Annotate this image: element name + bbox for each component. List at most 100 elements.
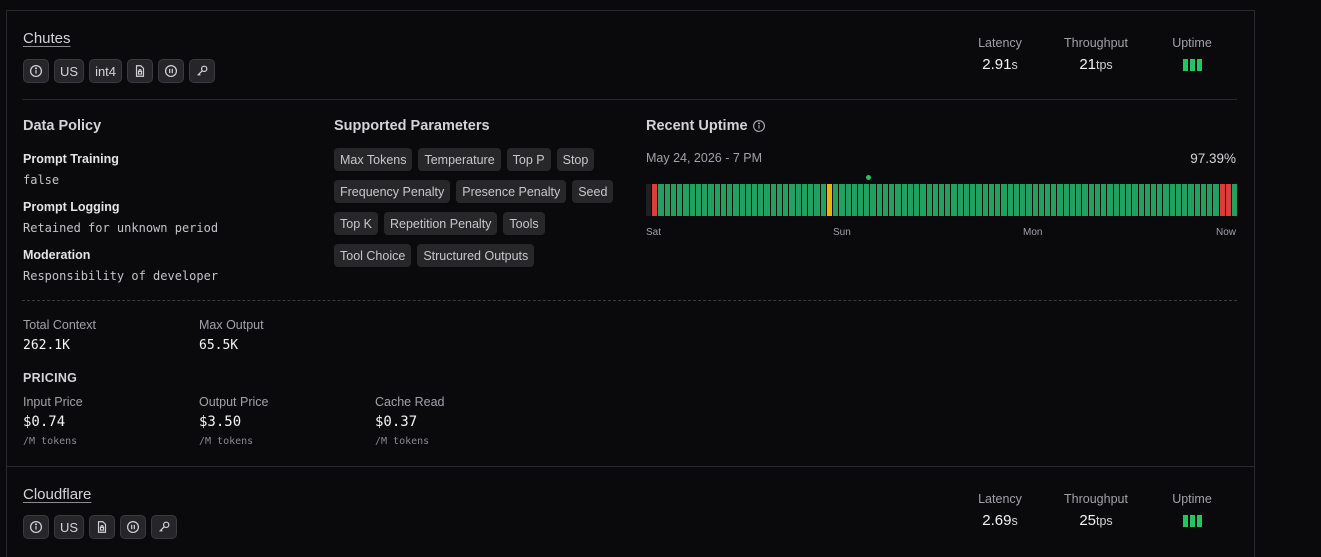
- uptime-bar-ok[interactable]: [795, 184, 801, 216]
- uptime-bar-ok[interactable]: [789, 184, 795, 216]
- uptime-mini-bars[interactable]: [1160, 515, 1224, 527]
- uptime-bar-down[interactable]: [1225, 184, 1232, 216]
- uptime-bar-ok[interactable]: [907, 184, 914, 216]
- uptime-bar-ok[interactable]: [695, 184, 702, 216]
- uptime-bar-down[interactable]: [1219, 184, 1225, 216]
- uptime-bar-ok[interactable]: [739, 184, 745, 216]
- uptime-bar-ok[interactable]: [776, 184, 783, 216]
- uptime-bar-ok[interactable]: [1026, 184, 1032, 216]
- region-tag[interactable]: US: [54, 59, 85, 83]
- info-icon[interactable]: [752, 119, 766, 133]
- uptime-bar-ok[interactable]: [814, 184, 820, 216]
- uptime-bar-ok[interactable]: [1088, 184, 1094, 216]
- uptime-bar-ok[interactable]: [1007, 184, 1013, 216]
- uptime-bar-ok[interactable]: [876, 184, 882, 216]
- uptime-bar-ok[interactable]: [1175, 184, 1182, 216]
- info-icon[interactable]: [23, 59, 49, 83]
- uptime-bar-ok[interactable]: [1188, 184, 1194, 216]
- uptime-bar-ok[interactable]: [1144, 184, 1150, 216]
- pause-circle-icon[interactable]: [120, 515, 147, 539]
- uptime-bar-ok[interactable]: [945, 184, 951, 216]
- region-tag[interactable]: US: [54, 515, 85, 539]
- uptime-bar-ok[interactable]: [1163, 184, 1169, 216]
- uptime-bar-ok[interactable]: [677, 184, 683, 216]
- uptime-bar-ok[interactable]: [864, 184, 870, 216]
- uptime-bar-ok[interactable]: [1138, 184, 1144, 216]
- uptime-bar-ok[interactable]: [1157, 184, 1163, 216]
- uptime-bar-ok[interactable]: [1051, 184, 1057, 216]
- uptime-bar-ok[interactable]: [1101, 184, 1107, 216]
- uptime-bar-ok[interactable]: [970, 184, 976, 216]
- uptime-bar-ok[interactable]: [720, 184, 727, 216]
- uptime-bar-ok[interactable]: [988, 184, 995, 216]
- uptime-bar-ok[interactable]: [932, 184, 939, 216]
- uptime-bar-ok[interactable]: [845, 184, 851, 216]
- uptime-mini-bars[interactable]: [1160, 59, 1224, 71]
- uptime-bar-ok[interactable]: [1045, 184, 1051, 216]
- uptime-bar-ok[interactable]: [820, 184, 826, 216]
- info-icon[interactable]: [23, 515, 49, 539]
- uptime-bar-ok[interactable]: [1094, 184, 1101, 216]
- uptime-bar-ok[interactable]: [1132, 184, 1138, 216]
- uptime-bar-ok[interactable]: [901, 184, 907, 216]
- uptime-bar-ok[interactable]: [895, 184, 901, 216]
- document-lock-icon[interactable]: [127, 59, 154, 83]
- uptime-bar-ok[interactable]: [951, 184, 957, 216]
- uptime-bar-ok[interactable]: [914, 184, 920, 216]
- provider-name-link[interactable]: Chutes: [23, 30, 71, 47]
- uptime-bar-ok[interactable]: [770, 184, 776, 216]
- uptime-bar-ok[interactable]: [683, 184, 689, 216]
- uptime-bar-ok[interactable]: [939, 184, 945, 216]
- uptime-bar-ok[interactable]: [1038, 184, 1044, 216]
- uptime-bar-chart[interactable]: [646, 184, 1238, 216]
- uptime-bar-ok[interactable]: [976, 184, 982, 216]
- uptime-bar-ok[interactable]: [963, 184, 970, 216]
- uptime-bar-ok[interactable]: [839, 184, 845, 216]
- uptime-bar-ok[interactable]: [1119, 184, 1126, 216]
- uptime-bar-ok[interactable]: [1107, 184, 1113, 216]
- uptime-bar-ok[interactable]: [702, 184, 708, 216]
- pause-circle-icon[interactable]: [158, 59, 185, 83]
- uptime-bar-ok[interactable]: [658, 184, 664, 216]
- uptime-bar-ok[interactable]: [926, 184, 932, 216]
- uptime-bar-ok[interactable]: [689, 184, 695, 216]
- uptime-bar-ok[interactable]: [801, 184, 808, 216]
- provider-name-link[interactable]: Cloudflare: [23, 486, 91, 503]
- uptime-bar-ok[interactable]: [1032, 184, 1038, 216]
- key-icon[interactable]: [189, 59, 216, 83]
- uptime-bar-down[interactable]: [652, 184, 658, 216]
- uptime-bar-ok[interactable]: [857, 184, 864, 216]
- uptime-bar-ok[interactable]: [1057, 184, 1063, 216]
- uptime-bar-ok[interactable]: [1001, 184, 1007, 216]
- uptime-bar-ok[interactable]: [1232, 184, 1238, 216]
- uptime-bar-ok[interactable]: [808, 184, 814, 216]
- uptime-bar-ok[interactable]: [733, 184, 739, 216]
- uptime-bar-ok[interactable]: [714, 184, 720, 216]
- uptime-bar-ok[interactable]: [1200, 184, 1207, 216]
- uptime-bar-ok[interactable]: [670, 184, 677, 216]
- uptime-bar-ok[interactable]: [751, 184, 758, 216]
- uptime-bar-ok[interactable]: [1113, 184, 1119, 216]
- uptime-bar-ok[interactable]: [1150, 184, 1157, 216]
- uptime-bar-ok[interactable]: [727, 184, 733, 216]
- uptime-bar-ok[interactable]: [889, 184, 895, 216]
- uptime-bar-ok[interactable]: [1013, 184, 1020, 216]
- uptime-bar-ok[interactable]: [957, 184, 963, 216]
- uptime-bar-ok[interactable]: [920, 184, 926, 216]
- uptime-bar-ok[interactable]: [745, 184, 751, 216]
- uptime-bar-degraded[interactable]: [826, 184, 833, 216]
- uptime-bar-ok[interactable]: [1082, 184, 1088, 216]
- uptime-bar-ok[interactable]: [1207, 184, 1213, 216]
- uptime-bar-ok[interactable]: [1169, 184, 1175, 216]
- uptime-bar-ok[interactable]: [758, 184, 764, 216]
- uptime-bar-ok[interactable]: [833, 184, 839, 216]
- uptime-bar-ok[interactable]: [1126, 184, 1132, 216]
- document-lock-icon[interactable]: [89, 515, 116, 539]
- uptime-bar-ok[interactable]: [1194, 184, 1200, 216]
- quantization-tag[interactable]: int4: [89, 59, 123, 83]
- uptime-bar-ok[interactable]: [882, 184, 889, 216]
- uptime-bar-ok[interactable]: [783, 184, 789, 216]
- uptime-bar-ok[interactable]: [1063, 184, 1069, 216]
- uptime-bar-ok[interactable]: [1076, 184, 1082, 216]
- uptime-bar-ok[interactable]: [870, 184, 876, 216]
